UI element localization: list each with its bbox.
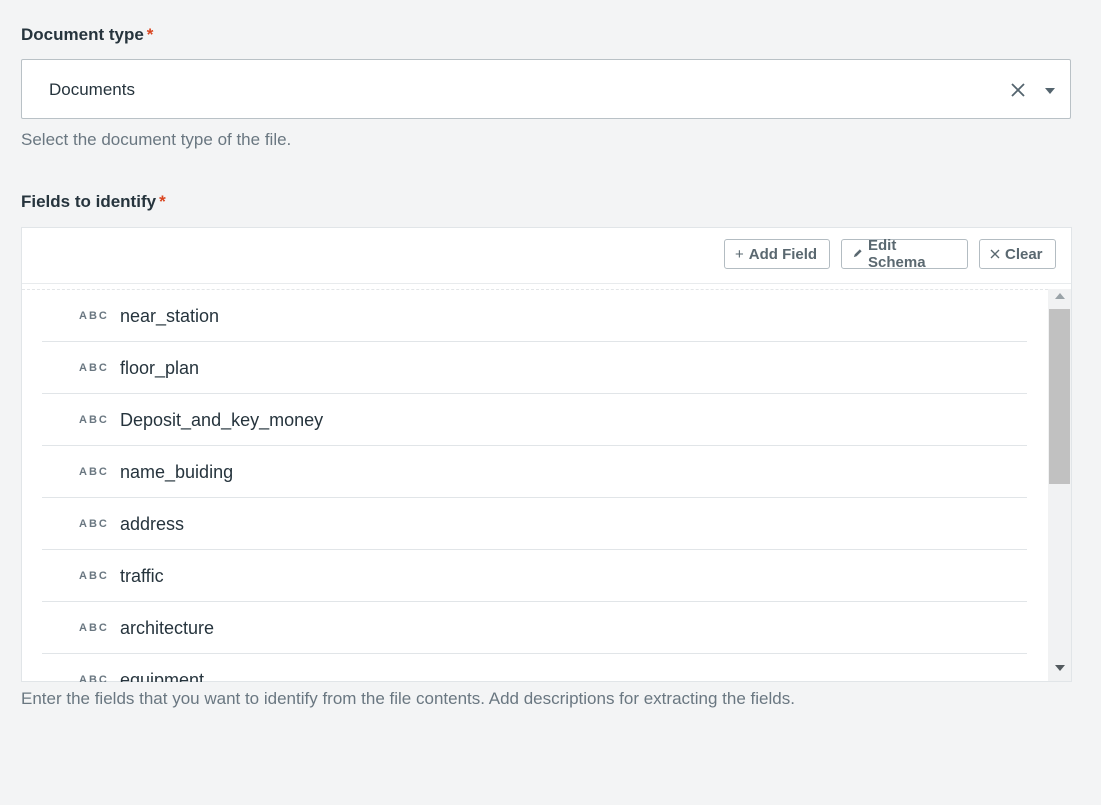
- required-marker: *: [159, 192, 166, 211]
- fields-panel: + Add Field Edit Schema Clear ABC near_s…: [21, 227, 1072, 682]
- fields-hint: Enter the fields that you want to identi…: [21, 689, 795, 708]
- field-name: address: [120, 514, 185, 534]
- list-item[interactable]: ABC equipment: [42, 654, 1027, 682]
- edit-schema-button[interactable]: Edit Schema: [841, 237, 968, 271]
- field-name: Deposit_and_key_money: [120, 410, 324, 430]
- scrollbar-thumb[interactable]: [1049, 309, 1070, 484]
- scroll-up-arrow-icon[interactable]: [1055, 293, 1065, 299]
- field-type-badge: ABC: [79, 570, 109, 582]
- list-item[interactable]: ABC architecture: [42, 602, 1027, 654]
- field-name: floor_plan: [120, 358, 200, 378]
- plus-icon: +: [735, 245, 744, 263]
- add-field-button[interactable]: + Add Field: [724, 239, 830, 269]
- field-type-badge: ABC: [79, 466, 109, 478]
- document-type-label: Document type *: [21, 25, 154, 44]
- list-item[interactable]: ABC address: [42, 498, 1027, 550]
- field-type-badge: ABC: [79, 362, 109, 374]
- selected-value: Documents: [49, 80, 135, 99]
- list-item[interactable]: ABC floor_plan: [42, 342, 1027, 394]
- close-icon[interactable]: [1010, 82, 1026, 98]
- caret-down-icon[interactable]: [1045, 88, 1055, 94]
- required-marker: *: [146, 25, 154, 44]
- list-item[interactable]: ABC name_buiding: [42, 446, 1027, 498]
- field-type-badge: ABC: [79, 674, 109, 682]
- field-type-badge: ABC: [79, 310, 109, 322]
- scroll-down-arrow-icon[interactable]: [1055, 665, 1065, 671]
- fields-list: ABC near_station ABC floor_plan ABC Depo…: [22, 289, 1048, 682]
- list-item[interactable]: ABC traffic: [42, 550, 1027, 602]
- clear-button[interactable]: Clear: [979, 239, 1056, 269]
- fields-toolbar: + Add Field Edit Schema Clear: [22, 228, 1071, 284]
- field-name: name_buiding: [120, 462, 234, 482]
- field-type-badge: ABC: [79, 622, 109, 634]
- document-type-hint: Select the document type of the file.: [21, 130, 292, 149]
- document-type-select[interactable]: Documents: [21, 59, 1071, 119]
- fields-scrollbar[interactable]: [1048, 289, 1071, 681]
- pencil-icon: [852, 246, 863, 263]
- field-name: traffic: [120, 566, 164, 586]
- field-type-badge: ABC: [79, 414, 109, 426]
- field-name: near_station: [120, 306, 220, 326]
- close-icon: [990, 246, 1000, 263]
- field-type-badge: ABC: [79, 518, 109, 530]
- list-item[interactable]: ABC near_station: [42, 290, 1027, 342]
- list-item[interactable]: ABC Deposit_and_key_money: [42, 394, 1027, 446]
- field-name: architecture: [120, 618, 215, 638]
- fields-label: Fields to identify *: [21, 192, 166, 211]
- field-name: equipment: [120, 670, 205, 682]
